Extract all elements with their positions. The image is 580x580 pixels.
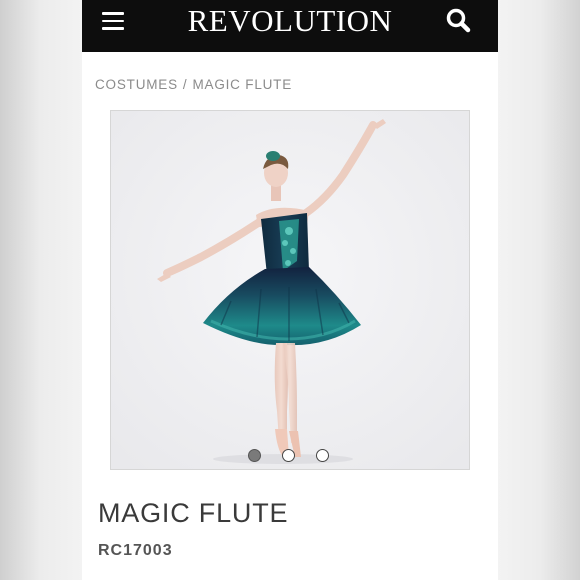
gallery-pagination bbox=[111, 449, 469, 465]
product-image-gallery[interactable] bbox=[110, 110, 470, 470]
ballerina-in-teal-tutu-photo bbox=[111, 111, 469, 469]
breadcrumb-separator: / bbox=[182, 77, 188, 92]
gallery-dot-3[interactable] bbox=[316, 449, 329, 462]
top-navigation-bar: REVOLUTION bbox=[82, 0, 498, 52]
breadcrumb: COSTUMES / MAGIC FLUTE bbox=[95, 77, 292, 92]
breadcrumb-costumes[interactable]: COSTUMES bbox=[95, 77, 178, 92]
product-title: MAGIC FLUTE bbox=[98, 498, 289, 528]
product-sku: RC17003 bbox=[98, 542, 173, 559]
gallery-dot-1[interactable] bbox=[248, 449, 261, 462]
breadcrumb-magic-flute[interactable]: MAGIC FLUTE bbox=[192, 77, 292, 92]
search-icon[interactable] bbox=[444, 6, 474, 36]
product-page: REVOLUTION COSTUMES / MAGIC FLUTE MAGIC … bbox=[82, 0, 498, 580]
gallery-dot-2[interactable] bbox=[282, 449, 295, 462]
brand-logo[interactable]: REVOLUTION bbox=[82, 4, 498, 38]
